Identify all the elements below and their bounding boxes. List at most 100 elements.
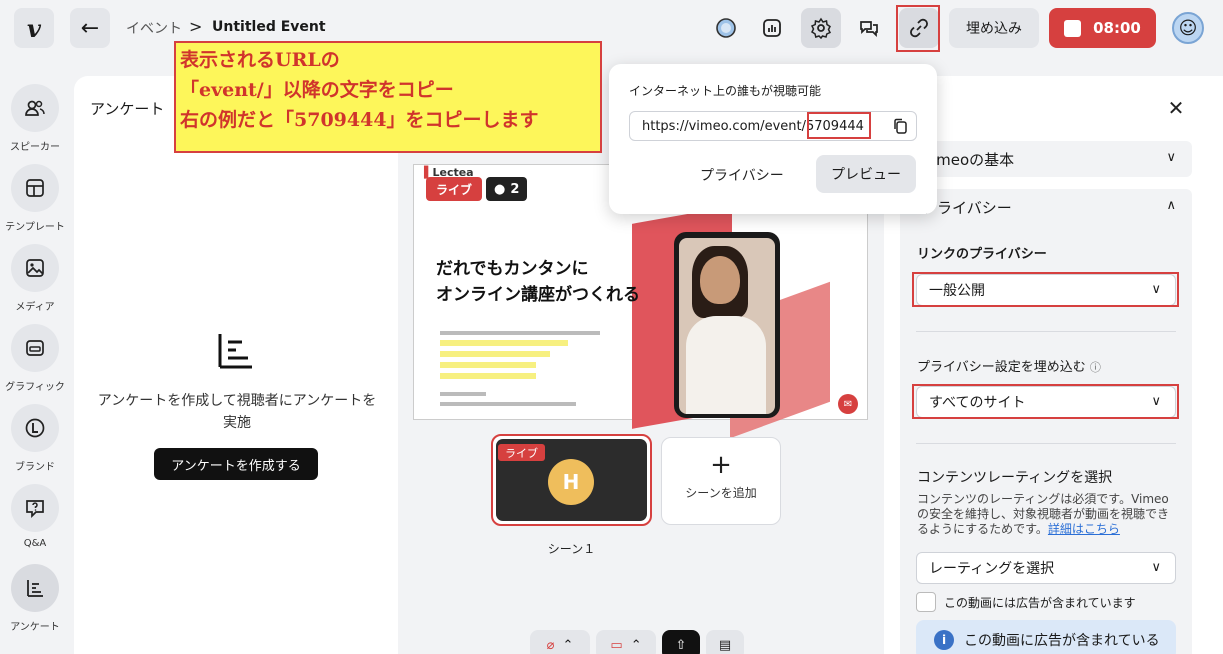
preview-button[interactable]: プレビュー	[816, 155, 916, 193]
graphics-icon	[26, 340, 44, 356]
event-title: Untitled Event	[212, 19, 326, 35]
qa-icon	[26, 500, 44, 519]
slide-footer-lines	[440, 388, 576, 412]
sidebar-item-label: Q&A	[23, 538, 47, 549]
close-icon[interactable]: ✕	[1164, 96, 1188, 120]
poll-panel-title: アンケート	[90, 100, 165, 118]
instruction-annotation: 表示されるURLの 「event/」以降の文字をコピー 右の例だと「570944…	[174, 41, 602, 153]
chevron-right-icon: >	[189, 17, 203, 36]
slide-person-image	[700, 256, 740, 304]
ads-info-banner: i この動画に広告が含まれている	[916, 620, 1176, 654]
event-url-prefix: https://vimeo.com/event/	[642, 118, 806, 134]
rating-select[interactable]: レーティングを選択 ∨	[916, 552, 1176, 584]
speakers-icon	[25, 100, 45, 116]
sidebar-item-label: メディア	[15, 302, 55, 313]
sidebar-item-brand[interactable]: ブランド	[0, 404, 70, 473]
status-circle-icon	[716, 18, 736, 38]
sidebar-item-media[interactable]: メディア	[0, 244, 70, 313]
poll-icon	[218, 334, 252, 369]
slide-person-image	[686, 316, 766, 414]
url-id-highlight	[807, 112, 871, 139]
embed-button[interactable]: 埋め込み	[949, 8, 1039, 48]
chat-button[interactable]	[849, 8, 889, 48]
analytics-button[interactable]	[752, 8, 792, 48]
poll-icon	[27, 580, 43, 597]
rating-description: コンテンツのレーティングは必須です。Vimeoの安全を維持し、対象視聴者が動画を…	[917, 492, 1170, 536]
accordion-vimeo-basics[interactable]: Vimeoの基本 ∨	[900, 141, 1192, 177]
privacy-link[interactable]: プライバシー	[700, 165, 784, 185]
scene-avatar: H	[548, 459, 594, 505]
vimeo-logo[interactable]: v	[14, 8, 54, 48]
timer-text: 08:00	[1093, 19, 1141, 37]
sidebar-item-template[interactable]: テンプレート	[0, 164, 70, 233]
chevron-up-icon: ⌃	[562, 637, 574, 653]
link-button-highlight	[896, 5, 940, 52]
slide-headline: だれでもカンタンに オンライン講座がつくれる	[436, 259, 640, 305]
user-avatar[interactable]: ☺	[1172, 12, 1204, 44]
smiley-icon: ☺	[1178, 17, 1198, 39]
divider	[916, 331, 1176, 332]
rating-label: コンテンツレーティングを選択	[917, 470, 1113, 486]
settings-button[interactable]	[801, 8, 841, 48]
add-scene-button[interactable]: + シーンを追加	[661, 437, 781, 525]
sidebar-item-label: スピーカー	[10, 142, 60, 153]
chevron-down-icon: ∨	[1151, 560, 1161, 575]
sidebar-item-poll[interactable]: アンケート	[0, 564, 70, 633]
create-poll-button[interactable]: アンケートを作成する	[154, 448, 318, 480]
link-privacy-highlight	[912, 272, 1179, 307]
add-scene-label: シーンを追加	[685, 486, 757, 500]
slide-body-lines	[440, 327, 600, 384]
divider	[916, 443, 1176, 444]
camera-off-icon: ▭	[610, 637, 623, 653]
scene-label: シーン１	[547, 542, 596, 556]
share-screen-button[interactable]: ⇧	[662, 630, 700, 654]
chevron-up-icon: ⌃	[630, 637, 642, 653]
brand-icon	[25, 418, 45, 438]
event-url-field[interactable]: https://vimeo.com/event/5709444	[629, 111, 917, 141]
sidebar-item-label: ブランド	[15, 462, 55, 473]
mic-toggle-button[interactable]: ⌀ ⌃	[530, 630, 590, 654]
chat-bubbles-icon	[860, 21, 878, 38]
sidebar-item-graphics[interactable]: グラフィック	[0, 324, 70, 393]
arrow-left-icon: ←	[80, 15, 100, 41]
gear-icon	[810, 17, 832, 39]
ads-checkbox[interactable]	[916, 592, 936, 612]
poll-empty-message: アンケートを作成して視聴者にアンケートを実施	[97, 393, 377, 431]
share-file-button[interactable]: ▤	[706, 630, 744, 654]
live-badge: ライブ	[426, 177, 483, 201]
embed-privacy-highlight	[912, 384, 1179, 419]
ads-checkbox-row[interactable]: この動画には広告が含まれています	[916, 592, 1136, 612]
breadcrumb-parent[interactable]: イベント	[126, 18, 182, 38]
stop-square-icon	[1064, 19, 1082, 37]
status-button[interactable]	[706, 8, 746, 48]
camera-toggle-button[interactable]: ▭ ⌃	[596, 630, 656, 654]
link-privacy-label: リンクのプライバシー	[917, 247, 1047, 262]
back-button[interactable]: ←	[70, 8, 110, 48]
scene-live-badge: ライブ	[498, 444, 545, 461]
accordion-privacy[interactable]: プライバシー ∧	[900, 189, 1192, 225]
person-icon: ●	[494, 181, 506, 197]
share-popup-title: インターネット上の誰もが視聴可能	[629, 84, 822, 98]
sidebar-item-qa[interactable]: Q&A	[0, 484, 70, 549]
info-icon: i	[934, 630, 954, 650]
analytics-icon	[763, 19, 781, 37]
chevron-down-icon: ∨	[1166, 150, 1176, 165]
stop-broadcast-button[interactable]: 08:00	[1049, 8, 1156, 48]
media-icon	[26, 259, 44, 277]
copy-icon[interactable]	[892, 118, 908, 134]
viewer-count-badge: ● 2	[486, 177, 528, 201]
document-icon: ▤	[718, 637, 732, 653]
sidebar-item-label: テンプレート	[5, 222, 65, 233]
chevron-up-icon: ∧	[1166, 198, 1176, 213]
info-icon[interactable]: ⓘ	[1090, 361, 1101, 374]
sidebar-item-speakers[interactable]: スピーカー	[0, 84, 70, 153]
embed-privacy-label: プライバシー設定を埋め込む ⓘ	[917, 360, 1101, 375]
template-icon	[26, 179, 44, 197]
share-screen-icon: ⇧	[675, 637, 687, 653]
learn-more-link[interactable]: 詳細はこちら	[1048, 522, 1120, 536]
chat-fab-icon[interactable]: ✉	[838, 394, 858, 414]
sidebar-item-label: アンケート	[10, 622, 60, 633]
left-sidebar: スピーカー テンプレート メディア グラフィック ブランド Q&A アンケート	[0, 68, 70, 654]
mic-off-icon: ⌀	[546, 637, 555, 653]
sidebar-item-label: グラフィック	[5, 382, 65, 393]
